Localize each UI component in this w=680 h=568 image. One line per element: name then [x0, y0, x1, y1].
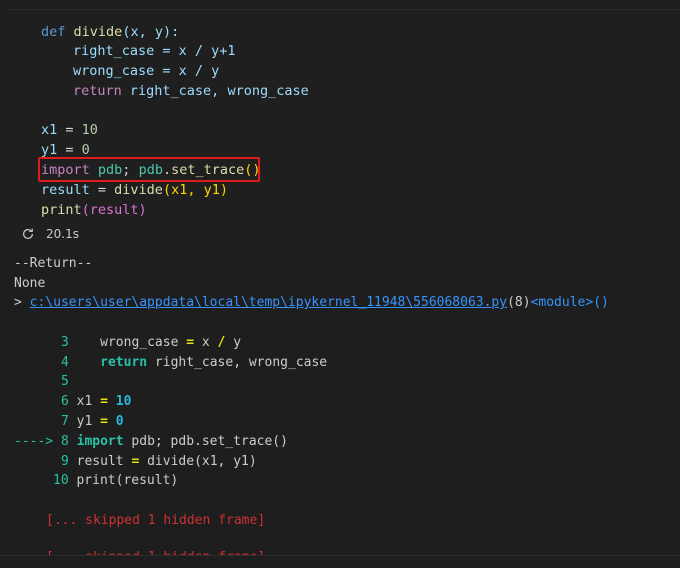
line-number: 5 [61, 374, 69, 389]
args: (x1, y1) [162, 182, 228, 198]
code: divide(x1, y1) [139, 454, 257, 469]
skipped-frame-message: [... skipped 1 hidden frame] [46, 513, 266, 528]
args: (result) [81, 202, 147, 218]
cell-output: --Return-- None > c:\users\user\appdata\… [0, 244, 680, 563]
code: print(result) [68, 473, 179, 488]
listing-line-7: 7 y1 = 0 [61, 412, 124, 432]
output-location: > c:\users\user\appdata\local\temp\ipyke… [14, 293, 609, 313]
operator: = [100, 394, 108, 409]
highlight-box [38, 157, 260, 182]
listing-line-4: 4 return right_case, wrong_case [61, 353, 327, 373]
function-name: divide [73, 24, 123, 40]
current-line-arrow: ----> [14, 434, 54, 449]
listing-line-3: 3 wrong_case = x / y [61, 333, 241, 353]
code-line-10: print(result) [41, 200, 147, 220]
listing-line-5: 5 [61, 372, 69, 392]
code: wrong_case [68, 335, 187, 350]
number: 10 [107, 394, 132, 409]
code-line-1: def divide(x, y): [41, 22, 179, 42]
code-line-3: wrong_case = x / y [73, 63, 220, 79]
cell-status: 20.1s [21, 224, 79, 244]
number: 0 [107, 414, 124, 429]
code-line-9: result = divide(x1, y1) [41, 180, 228, 200]
keyword: import [68, 434, 124, 449]
execution-time: 20.1s [46, 227, 79, 241]
keyword: return [68, 355, 148, 370]
module-ref: <module>() [530, 295, 609, 310]
operator: = [57, 122, 82, 138]
rerun-icon[interactable] [21, 227, 35, 241]
keyword: return [73, 83, 122, 99]
line-number: 6 [61, 394, 69, 409]
operator: = [89, 182, 115, 198]
listing-line-6: 6 x1 = 10 [61, 392, 131, 412]
listing-line-10: 10 print(result) [53, 471, 178, 491]
code: right_case, wrong_case [147, 355, 328, 370]
line-number: 4 [61, 355, 69, 370]
var: y1 [41, 142, 58, 158]
code: y [225, 335, 242, 350]
var: x1 [41, 122, 58, 138]
prompt: > [14, 295, 30, 310]
number: 0 [81, 142, 90, 158]
operator: = [186, 335, 195, 350]
code-line-2: right_case = x / y+1 [73, 43, 236, 59]
line-number: 8 [60, 434, 69, 449]
function-name: divide [114, 182, 163, 198]
code-line-4: return right_case, wrong_case [73, 81, 309, 101]
notebook-code-cell[interactable]: def divide(x, y): right_case = x / y+1 w… [7, 9, 680, 245]
keyword: def [41, 24, 66, 40]
operator: = [100, 414, 108, 429]
var: result [41, 182, 90, 198]
file-path-link[interactable]: c:\users\user\appdata\local\temp\ipykern… [30, 295, 507, 310]
number: 10 [81, 122, 98, 138]
line-ref: (8) [507, 295, 531, 310]
return-values: right_case, wrong_case [121, 83, 309, 99]
line-number: 3 [61, 335, 69, 350]
code: y1 [68, 414, 101, 429]
listing-line-9: 9 result = divide(x1, y1) [61, 452, 257, 472]
operator: = [57, 142, 82, 158]
line-number: 10 [53, 473, 69, 488]
line-number: 7 [61, 414, 69, 429]
code-line-6: x1 = 10 [41, 120, 98, 140]
code: pdb; pdb.set_trace() [123, 434, 288, 449]
code: x1 [68, 394, 101, 409]
listing-line-8-current: ----> 8 import pdb; pdb.set_trace() [14, 432, 288, 452]
output-none: None [14, 276, 46, 291]
output-return-label: --Return-- [14, 256, 93, 271]
function-name: print [41, 202, 82, 218]
code: x [194, 335, 218, 350]
params: (x, y): [122, 24, 180, 40]
code: result [68, 454, 132, 469]
line-number: 9 [61, 454, 69, 469]
